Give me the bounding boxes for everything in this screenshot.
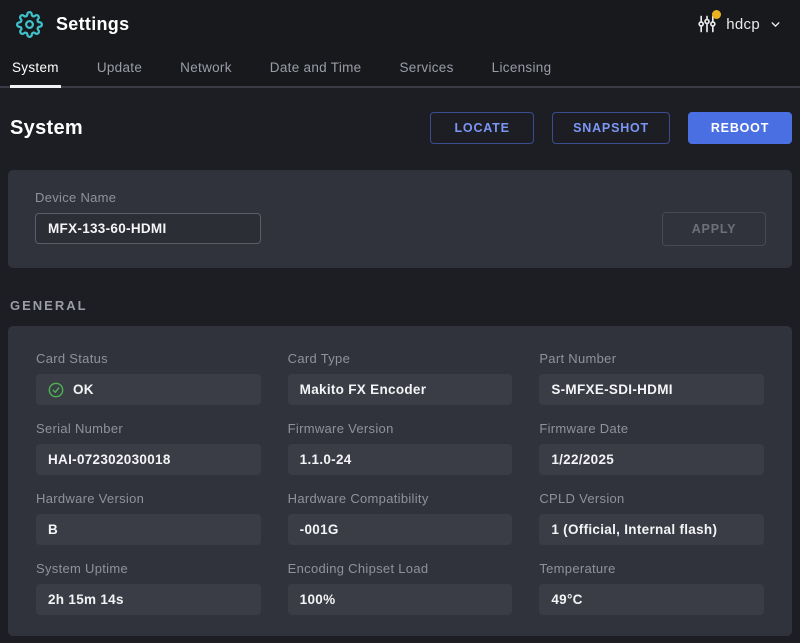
field-encoding-chipset-load: Encoding Chipset Load 100%: [288, 561, 513, 615]
snapshot-button[interactable]: SNAPSHOT: [552, 112, 670, 144]
device-name-card: Device Name APPLY: [8, 170, 792, 268]
field-serial-number-label: Serial Number: [36, 421, 261, 436]
field-firmware-date-label: Firmware Date: [539, 421, 764, 436]
user-menu[interactable]: hdcp: [697, 14, 782, 34]
field-temperature-label: Temperature: [539, 561, 764, 576]
field-cpld-version-value: 1 (Official, Internal flash): [539, 514, 764, 545]
user-menu-label: hdcp: [726, 16, 760, 33]
page-title-row: System LOCATE SNAPSHOT REBOOT: [8, 112, 792, 144]
settings-tabs: System Update Network Date and Time Serv…: [0, 48, 800, 88]
field-hardware-version-label: Hardware Version: [36, 491, 261, 506]
field-card-type-label: Card Type: [288, 351, 513, 366]
field-system-uptime-value: 2h 15m 14s: [36, 584, 261, 615]
notification-dot: [712, 10, 721, 19]
app-title: Settings: [56, 14, 129, 35]
field-serial-number-text: HAI-072302030018: [48, 452, 171, 467]
field-hardware-compatibility: Hardware Compatibility -001G: [288, 491, 513, 545]
hdcp-sliders-icon: [697, 14, 717, 34]
tab-licensing-label: Licensing: [492, 60, 552, 75]
tab-update-label: Update: [97, 60, 142, 75]
main-content: System LOCATE SNAPSHOT REBOOT Device Nam…: [0, 112, 800, 636]
field-hardware-version: Hardware Version B: [36, 491, 261, 545]
field-card-type: Card Type Makito FX Encoder: [288, 351, 513, 405]
field-system-uptime-text: 2h 15m 14s: [48, 592, 124, 607]
field-part-number-label: Part Number: [539, 351, 764, 366]
app-header-left: Settings: [16, 11, 129, 38]
field-firmware-date: Firmware Date 1/22/2025: [539, 421, 764, 475]
field-hardware-version-text: B: [48, 522, 58, 537]
check-circle-icon: [48, 382, 64, 398]
field-hardware-version-value: B: [36, 514, 261, 545]
field-hardware-compatibility-label: Hardware Compatibility: [288, 491, 513, 506]
field-card-status-label: Card Status: [36, 351, 261, 366]
field-temperature-text: 49°C: [551, 592, 582, 607]
field-cpld-version-label: CPLD Version: [539, 491, 764, 506]
field-system-uptime: System Uptime 2h 15m 14s: [36, 561, 261, 615]
chevron-down-icon: [769, 18, 782, 31]
settings-gear-icon: [16, 11, 43, 38]
field-hardware-compatibility-text: -001G: [300, 522, 339, 537]
field-encoding-chipset-load-value: 100%: [288, 584, 513, 615]
field-card-type-text: Makito FX Encoder: [300, 382, 427, 397]
field-firmware-version-value: 1.1.0-24: [288, 444, 513, 475]
tab-licensing[interactable]: Licensing: [490, 48, 554, 86]
field-hardware-compatibility-value: -001G: [288, 514, 513, 545]
general-card: Card Status OK Card Type Makito FX Encod…: [8, 326, 792, 636]
field-firmware-version-text: 1.1.0-24: [300, 452, 352, 467]
field-firmware-date-text: 1/22/2025: [551, 452, 614, 467]
general-section-heading: GENERAL: [10, 298, 792, 313]
tab-date-and-time[interactable]: Date and Time: [268, 48, 364, 86]
field-firmware-date-value: 1/22/2025: [539, 444, 764, 475]
field-system-uptime-label: System Uptime: [36, 561, 261, 576]
tab-network-label: Network: [180, 60, 232, 75]
apply-button[interactable]: APPLY: [662, 212, 766, 246]
field-cpld-version-text: 1 (Official, Internal flash): [551, 522, 717, 537]
device-name-input[interactable]: [35, 213, 261, 244]
field-part-number: Part Number S-MFXE-SDI-HDMI: [539, 351, 764, 405]
field-cpld-version: CPLD Version 1 (Official, Internal flash…: [539, 491, 764, 545]
general-fields-grid: Card Status OK Card Type Makito FX Encod…: [36, 351, 764, 615]
field-card-type-value: Makito FX Encoder: [288, 374, 513, 405]
field-serial-number-value: HAI-072302030018: [36, 444, 261, 475]
page-actions: LOCATE SNAPSHOT REBOOT: [430, 112, 792, 144]
field-card-status-value: OK: [36, 374, 261, 405]
device-name-label: Device Name: [35, 190, 768, 205]
field-firmware-version: Firmware Version 1.1.0-24: [288, 421, 513, 475]
field-temperature: Temperature 49°C: [539, 561, 764, 615]
field-card-status: Card Status OK: [36, 351, 261, 405]
field-encoding-chipset-load-label: Encoding Chipset Load: [288, 561, 513, 576]
locate-button[interactable]: LOCATE: [430, 112, 534, 144]
field-firmware-version-label: Firmware Version: [288, 421, 513, 436]
field-serial-number: Serial Number HAI-072302030018: [36, 421, 261, 475]
field-part-number-text: S-MFXE-SDI-HDMI: [551, 382, 673, 397]
tab-system[interactable]: System: [10, 48, 61, 86]
tab-services[interactable]: Services: [397, 48, 455, 86]
field-card-status-text: OK: [73, 382, 94, 397]
reboot-button[interactable]: REBOOT: [688, 112, 792, 144]
tab-services-label: Services: [399, 60, 453, 75]
tab-network[interactable]: Network: [178, 48, 234, 86]
page-title: System: [10, 117, 83, 140]
field-encoding-chipset-load-text: 100%: [300, 592, 336, 607]
tab-update[interactable]: Update: [95, 48, 144, 86]
tab-date-and-time-label: Date and Time: [270, 60, 362, 75]
field-temperature-value: 49°C: [539, 584, 764, 615]
app-header: Settings hdcp: [0, 0, 800, 48]
tab-system-label: System: [12, 60, 59, 75]
field-part-number-value: S-MFXE-SDI-HDMI: [539, 374, 764, 405]
